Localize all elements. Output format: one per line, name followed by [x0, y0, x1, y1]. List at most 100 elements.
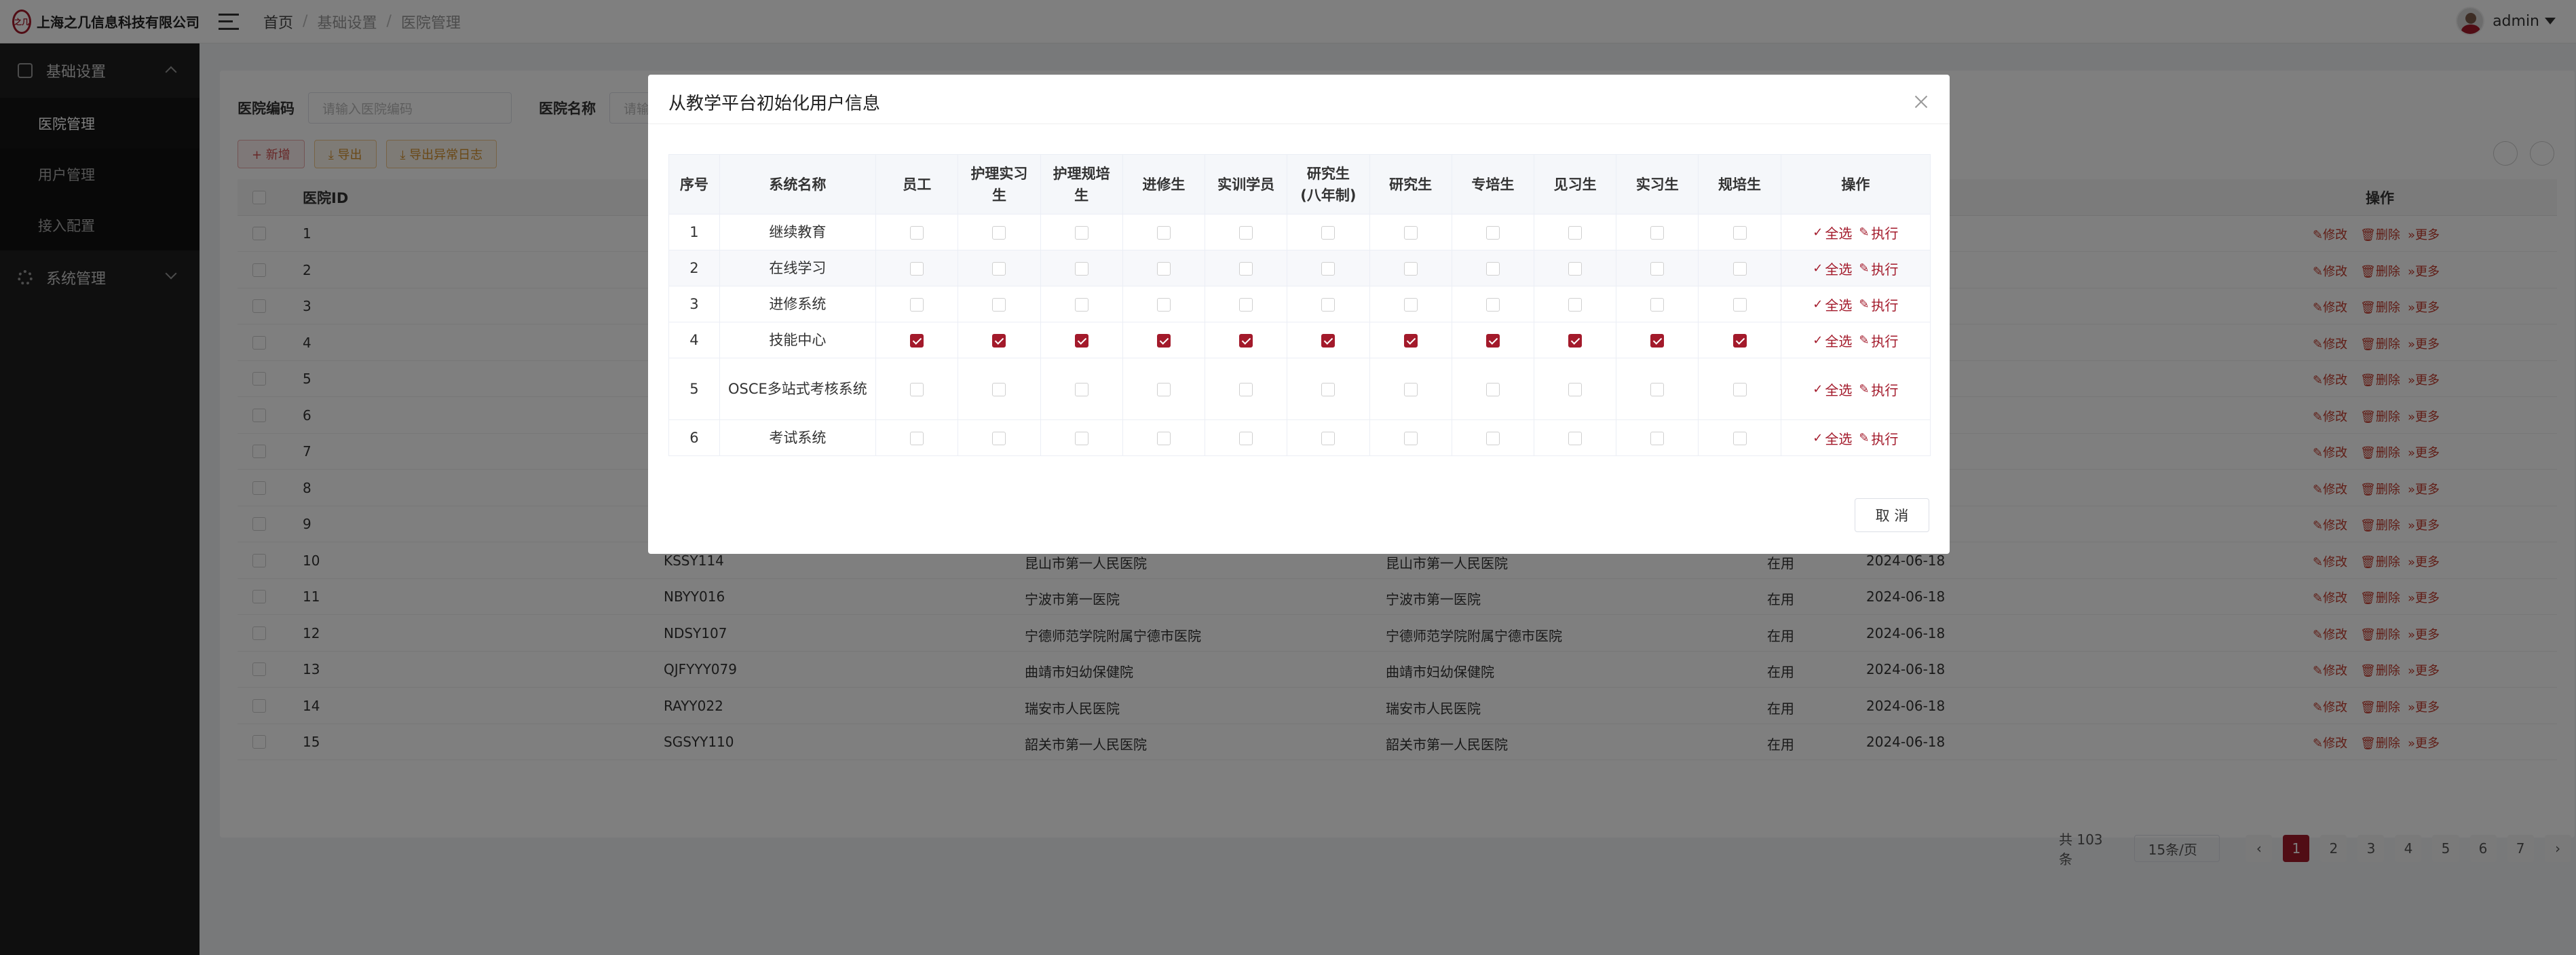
checkbox-checked[interactable] [1568, 334, 1583, 348]
checkbox[interactable] [992, 262, 1006, 276]
checkbox[interactable] [1074, 226, 1088, 240]
checkbox[interactable] [1650, 432, 1665, 445]
edit-icon: ✎ [1859, 430, 1870, 445]
select-all-button[interactable]: ✓ 全选 [1813, 428, 1852, 448]
checkbox-cell [958, 358, 1041, 420]
checkbox[interactable] [1074, 383, 1088, 396]
checkbox[interactable] [1568, 298, 1583, 312]
select-all-button[interactable]: ✓ 全选 [1813, 331, 1852, 350]
checkbox[interactable] [1732, 262, 1747, 276]
checkbox[interactable] [1485, 226, 1500, 240]
checkbox[interactable] [1239, 226, 1253, 240]
execute-button[interactable]: ✎ 执行 [1859, 295, 1898, 314]
checkbox[interactable] [1403, 226, 1418, 240]
checkbox[interactable] [1568, 262, 1583, 276]
checkbox[interactable] [1485, 432, 1500, 445]
select-all-button[interactable]: ✓ 全选 [1813, 379, 1852, 399]
checkbox[interactable] [1321, 262, 1336, 276]
checkbox[interactable] [992, 298, 1006, 312]
checkbox-cell [1205, 214, 1288, 250]
checkbox[interactable] [910, 383, 924, 396]
checkbox-checked[interactable] [1239, 334, 1253, 348]
execute-button[interactable]: ✎ 执行 [1859, 428, 1898, 448]
checkbox-cell [1122, 358, 1206, 420]
row-index: 3 [668, 286, 720, 322]
checkbox-checked[interactable] [1074, 334, 1088, 348]
checkbox[interactable] [1321, 383, 1336, 396]
checkbox[interactable] [1156, 298, 1171, 312]
checkbox[interactable] [1732, 432, 1747, 445]
checkbox-checked[interactable] [992, 334, 1006, 348]
checkbox[interactable] [1156, 432, 1171, 445]
checkbox[interactable] [1239, 298, 1253, 312]
checkbox-checked[interactable] [1732, 334, 1747, 348]
select-all-button[interactable]: ✓ 全选 [1813, 295, 1852, 314]
checkbox-checked[interactable] [1156, 334, 1171, 348]
checkbox[interactable] [1732, 226, 1747, 240]
checkbox[interactable] [1239, 383, 1253, 396]
checkbox[interactable] [1568, 226, 1583, 240]
checkbox-checked[interactable] [910, 334, 924, 348]
execute-button[interactable]: ✎ 执行 [1859, 223, 1898, 242]
checkbox[interactable] [1403, 383, 1418, 396]
checkbox-cell [1451, 286, 1534, 322]
checkbox[interactable] [992, 432, 1006, 445]
checkbox[interactable] [1568, 383, 1583, 396]
edit-icon: ✎ [1859, 261, 1870, 276]
system-name-cell: 技能中心 [719, 322, 877, 358]
checkbox[interactable] [992, 383, 1006, 396]
checkbox[interactable] [910, 262, 924, 276]
row-index: 1 [668, 214, 720, 250]
checkbox[interactable] [992, 226, 1006, 240]
checkbox[interactable] [1732, 298, 1747, 312]
checkbox[interactable] [910, 226, 924, 240]
checkbox[interactable] [1074, 298, 1088, 312]
checkbox[interactable] [1403, 262, 1418, 276]
checkbox[interactable] [1321, 226, 1336, 240]
checkbox[interactable] [1485, 383, 1500, 396]
execute-label: 执行 [1871, 225, 1899, 242]
checkbox-checked[interactable] [1650, 334, 1665, 348]
execute-button[interactable]: ✎ 执行 [1859, 331, 1898, 350]
select-all-button[interactable]: ✓ 全选 [1813, 259, 1852, 278]
checkbox[interactable] [1650, 226, 1665, 240]
cancel-button[interactable]: 取 消 [1855, 498, 1929, 532]
checkbox-checked[interactable] [1321, 334, 1336, 348]
checkbox[interactable] [1156, 226, 1171, 240]
column-header: 见习生 [1533, 154, 1617, 214]
checkbox[interactable] [1650, 298, 1665, 312]
checkbox[interactable] [1568, 432, 1583, 445]
checkbox[interactable] [1403, 432, 1418, 445]
execute-label: 执行 [1871, 333, 1899, 350]
execute-button[interactable]: ✎ 执行 [1859, 259, 1898, 278]
select-all-button[interactable]: ✓ 全选 [1813, 223, 1852, 242]
checkbox-checked[interactable] [1403, 334, 1418, 348]
checkbox[interactable] [1321, 298, 1336, 312]
checkbox[interactable] [1156, 262, 1171, 276]
dialog-title: 从教学平台初始化用户信息 [668, 94, 881, 114]
checkbox-cell [875, 419, 959, 456]
checkbox[interactable] [1239, 432, 1253, 445]
checkbox[interactable] [1485, 262, 1500, 276]
checkbox-cell [1287, 286, 1370, 322]
checkbox[interactable] [1074, 432, 1088, 445]
checkbox[interactable] [1650, 383, 1665, 396]
checkbox[interactable] [1321, 432, 1336, 445]
system-name: 继续教育 [769, 224, 827, 240]
checkbox[interactable] [910, 432, 924, 445]
checkbox[interactable] [1074, 262, 1088, 276]
checkbox[interactable] [1485, 298, 1500, 312]
checkbox[interactable] [1650, 262, 1665, 276]
checkbox-cell [875, 358, 959, 420]
checkbox[interactable] [1239, 262, 1253, 276]
dialog-table-row: 2 在线学习 ✓ 全选 ✎ 执行 [668, 250, 1931, 286]
close-icon[interactable] [1913, 94, 1929, 110]
edit-icon: ✎ [1859, 381, 1870, 396]
checkbox[interactable] [1156, 383, 1171, 396]
checkbox-cell [1698, 322, 1781, 358]
checkbox[interactable] [910, 298, 924, 312]
checkbox[interactable] [1403, 298, 1418, 312]
checkbox[interactable] [1732, 383, 1747, 396]
checkbox-checked[interactable] [1485, 334, 1500, 348]
execute-button[interactable]: ✎ 执行 [1859, 379, 1898, 399]
